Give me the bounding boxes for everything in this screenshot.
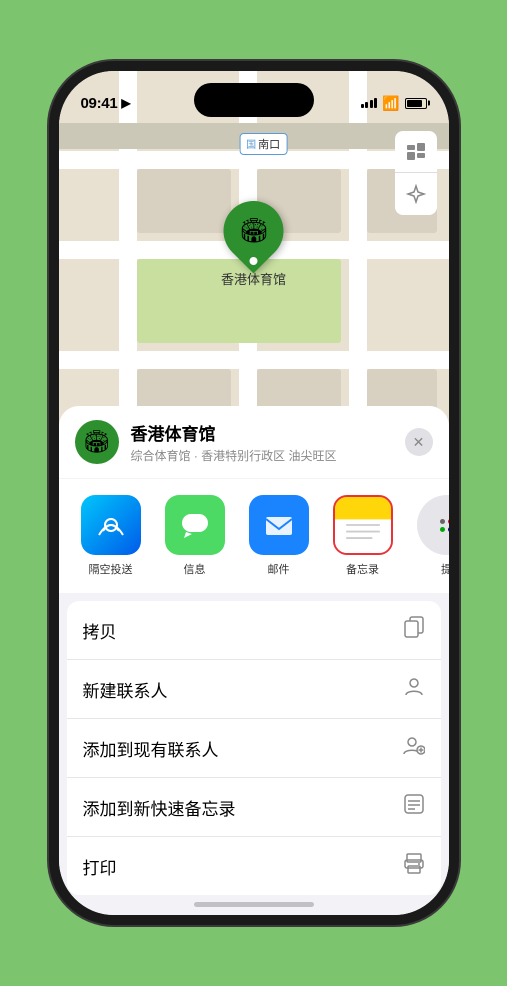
airdrop-label: 隔空投送	[89, 561, 133, 577]
action-add-notes-label: 添加到新快速备忘录	[83, 795, 236, 820]
add-existing-icon	[403, 734, 425, 762]
copy-icon	[403, 616, 425, 644]
location-button[interactable]	[395, 173, 437, 215]
location-info: 香港体育馆 综合体育馆 · 香港特别行政区 油尖旺区	[131, 420, 393, 464]
notes-icon	[333, 495, 393, 555]
location-arrow-icon: ▶	[121, 96, 130, 110]
action-add-existing[interactable]: 添加到现有联系人	[67, 719, 441, 778]
location-card: 🏟 香港体育馆 综合体育馆 · 香港特别行政区 油尖旺区 ✕	[59, 406, 449, 478]
status-time: 09:41	[81, 95, 118, 112]
map-pin-dot	[249, 257, 257, 265]
print-icon	[403, 852, 425, 880]
wifi-icon: 📶	[382, 95, 399, 112]
status-icons: 📶	[361, 95, 427, 112]
messages-icon	[165, 495, 225, 555]
action-copy-label: 拷贝	[83, 618, 117, 643]
stadium-icon: 🏟	[238, 217, 268, 246]
action-list: 拷贝 新建联系人 添	[67, 601, 441, 895]
action-print-label: 打印	[83, 854, 117, 879]
signal-strength-icon	[361, 98, 378, 108]
map-entrance-label: 国南口	[239, 133, 287, 155]
share-row: 隔空投送 信息 邮件	[59, 479, 449, 593]
close-button[interactable]: ✕	[405, 428, 433, 456]
share-airdrop[interactable]: 隔空投送	[75, 495, 147, 577]
action-new-contact[interactable]: 新建联系人	[67, 660, 441, 719]
notes-label: 备忘录	[346, 561, 379, 577]
phone-frame: 09:41 ▶ 📶	[59, 71, 449, 915]
action-add-existing-label: 添加到现有联系人	[83, 736, 219, 761]
map-type-button[interactable]	[395, 131, 437, 173]
location-venue-icon: 🏟	[75, 420, 119, 464]
home-indicator	[194, 902, 314, 907]
location-subtitle: 综合体育馆 · 香港特别行政区 油尖旺区	[131, 447, 393, 464]
airdrop-icon	[81, 495, 141, 555]
action-print[interactable]: 打印	[67, 837, 441, 895]
location-name: 香港体育馆	[131, 420, 393, 445]
mail-icon	[249, 495, 309, 555]
share-notes[interactable]: 备忘录	[327, 495, 399, 577]
dynamic-island	[194, 83, 314, 117]
map-controls[interactable]	[395, 131, 437, 215]
action-new-contact-label: 新建联系人	[83, 677, 168, 702]
map-block	[137, 169, 231, 233]
more-label: 提	[441, 561, 449, 577]
share-more[interactable]: 提	[411, 495, 449, 577]
action-copy[interactable]: 拷贝	[67, 601, 441, 660]
action-add-notes[interactable]: 添加到新快速备忘录	[67, 778, 441, 837]
map-pin: 🏟 香港体育馆	[221, 201, 286, 288]
share-messages[interactable]: 信息	[159, 495, 231, 577]
mail-label: 邮件	[268, 561, 290, 577]
battery-icon	[405, 98, 427, 109]
messages-label: 信息	[184, 561, 206, 577]
add-notes-icon	[403, 793, 425, 821]
bottom-sheet: 🏟 香港体育馆 综合体育馆 · 香港特别行政区 油尖旺区 ✕ 隔空投送	[59, 406, 449, 915]
more-icon	[417, 495, 449, 555]
new-contact-icon	[403, 675, 425, 703]
share-mail[interactable]: 邮件	[243, 495, 315, 577]
